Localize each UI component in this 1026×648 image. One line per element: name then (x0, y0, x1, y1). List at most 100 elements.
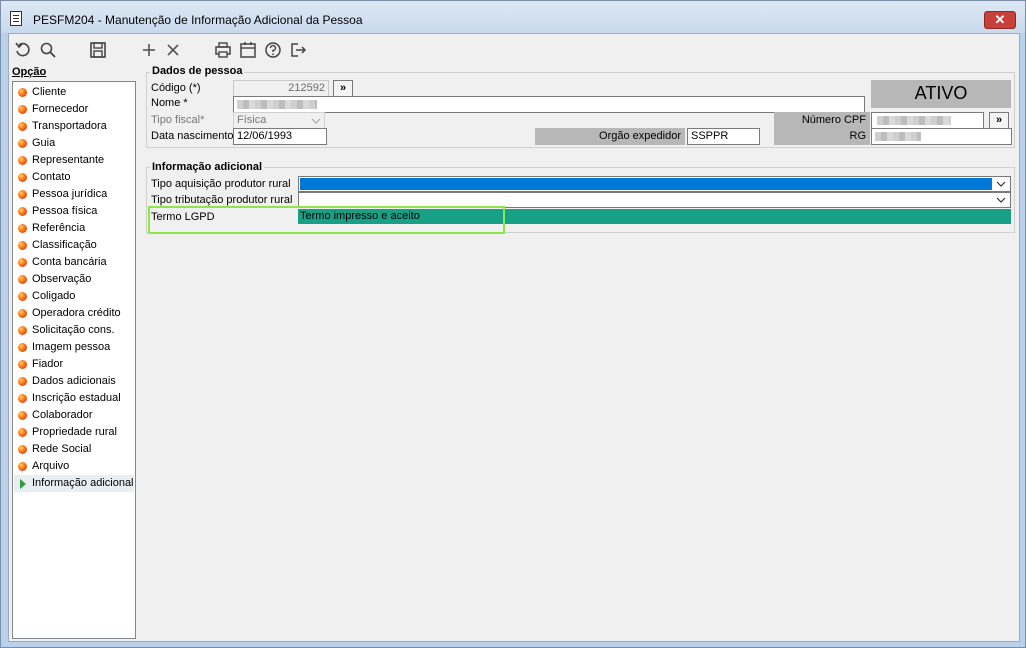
client-area: Opção Cliente Fornecedor Transportadora Gui… (8, 33, 1020, 642)
help-icon[interactable] (264, 41, 282, 59)
nome-label: Nome * (151, 97, 188, 109)
sidebar-item-label: Dados adicionais (32, 375, 116, 387)
info-adicional-title: Informação adicional (150, 161, 265, 173)
bullet-icon (18, 326, 27, 335)
bullet-icon (18, 360, 27, 369)
bullet-icon (18, 343, 27, 352)
bullet-icon (18, 377, 27, 386)
sidebar-item-label: Colaborador (32, 409, 93, 421)
add-icon[interactable] (140, 41, 158, 59)
sidebar-item-label: Informação adicional (32, 477, 134, 489)
sidebar-item[interactable]: Guia (14, 135, 134, 152)
sidebar-item[interactable]: Coligado (14, 288, 134, 305)
sidebar-item[interactable]: Informação adicional (14, 475, 134, 492)
aquisicao-label: Tipo aquisição produtor rural (151, 178, 291, 190)
sidebar-item-label: Coligado (32, 290, 76, 302)
save-icon[interactable] (89, 41, 107, 59)
aquisicao-selected-fill (300, 178, 992, 190)
exit-icon[interactable] (289, 41, 307, 59)
cpf-redacted (877, 116, 951, 125)
orgao-expedidor-field[interactable]: SSPPR (687, 128, 760, 145)
sidebar-item-label: Inscrição estadual (32, 392, 121, 404)
sidebar-item[interactable]: Fiador (14, 356, 134, 373)
cpf-search-button[interactable]: » (989, 112, 1009, 129)
bullet-icon (18, 207, 27, 216)
nome-redacted (237, 100, 317, 109)
codigo-search-button[interactable]: » (333, 80, 353, 97)
sidebar-item[interactable]: Transportadora (14, 118, 134, 135)
data-nascimento-field[interactable]: 12/06/1993 (233, 128, 327, 145)
bullet-icon (18, 224, 27, 233)
sidebar-item[interactable]: Contato (14, 169, 134, 186)
sidebar-item-label: Propriedade rural (32, 426, 117, 438)
sidebar-item[interactable]: Pessoa física (14, 203, 134, 220)
search-icon[interactable] (39, 41, 57, 59)
option-list: Cliente Fornecedor Transportadora Guia Repre… (12, 81, 136, 639)
bullet-icon (18, 88, 27, 97)
sidebar-item[interactable]: Referência (14, 220, 134, 237)
arrow-right-icon (20, 479, 26, 489)
sidebar-item[interactable]: Solicitação cons. (14, 322, 134, 339)
sidebar-item[interactable]: Pessoa jurídica (14, 186, 134, 203)
bullet-icon (18, 139, 27, 148)
sidebar-item[interactable]: Colaborador (14, 407, 134, 424)
rg-redacted (875, 132, 921, 141)
sidebar-item-label: Classificação (32, 239, 97, 251)
dados-pessoa-title: Dados de pessoa (150, 65, 245, 77)
sidebar-item[interactable]: Conta bancária (14, 254, 134, 271)
sidebar-item[interactable]: Classificação (14, 237, 134, 254)
print-icon[interactable] (214, 41, 232, 59)
sidebar-item-label: Fornecedor (32, 103, 89, 115)
codigo-field[interactable]: 212592 (233, 80, 329, 97)
chevron-down-icon (996, 181, 1006, 187)
close-button[interactable]: ✕ (984, 11, 1016, 29)
window-title: PESFM204 - Manutenção de Informação Adic… (33, 13, 363, 27)
sidebar-item-label: Cliente (32, 86, 67, 98)
bullet-icon (18, 173, 27, 182)
sidebar-item-label: Fiador (32, 358, 64, 370)
nome-field[interactable] (233, 96, 865, 113)
cancel-icon[interactable] (164, 41, 182, 59)
tipo-fiscal-label: Tipo fiscal* (151, 114, 205, 126)
sidebar-item-label: Arquivo (32, 460, 70, 472)
bullet-icon (18, 428, 27, 437)
bullet-icon (18, 309, 27, 318)
status-badge: ATIVO (871, 80, 1011, 108)
undo-icon[interactable] (14, 41, 32, 59)
calendar-icon[interactable] (239, 41, 257, 59)
bullet-icon (18, 394, 27, 403)
title-bar[interactable]: PESFM204 - Manutenção de Informação Adic… (1, 1, 1025, 33)
sidebar-item-label: Referência (32, 222, 86, 234)
sidebar-item-label: Guia (32, 137, 56, 149)
sidebar-item[interactable]: Dados adicionais (14, 373, 134, 390)
sidebar-item-label: Imagem pessoa (32, 341, 111, 353)
bullet-icon (18, 445, 27, 454)
sidebar-item[interactable]: Propriedade rural (14, 424, 134, 441)
sidebar-item[interactable]: Imagem pessoa (14, 339, 134, 356)
highlight-box (148, 206, 505, 234)
sidebar-item-label: Conta bancária (32, 256, 107, 268)
sidebar-item-label: Rede Social (32, 443, 92, 455)
sidebar-item[interactable]: Observação (14, 271, 134, 288)
sidebar-item[interactable]: Rede Social (14, 441, 134, 458)
tributacao-label: Tipo tributação produtor rural (151, 194, 293, 206)
data-nascimento-label: Data nascimento (151, 130, 234, 142)
sidebar-item-label: Observação (32, 273, 92, 285)
toolbar (9, 34, 1019, 64)
sidebar-item[interactable]: Cliente (14, 84, 134, 101)
sidebar-item-label: Representante (32, 154, 105, 166)
sidebar-item[interactable]: Fornecedor (14, 101, 134, 118)
sidebar-item-label: Pessoa jurídica (32, 188, 108, 200)
sidebar-item[interactable]: Inscrição estadual (14, 390, 134, 407)
bullet-icon (18, 241, 27, 250)
sidebar-item[interactable]: Representante (14, 152, 134, 169)
sidebar-item[interactable]: Operadora crédito (14, 305, 134, 322)
bullet-icon (18, 411, 27, 420)
cpf-label: Número CPF (774, 112, 870, 128)
bullet-icon (18, 156, 27, 165)
sidebar-item-label: Pessoa física (32, 205, 98, 217)
aquisicao-select[interactable] (298, 176, 1011, 192)
bullet-icon (18, 190, 27, 199)
sidebar-item[interactable]: Arquivo (14, 458, 134, 475)
sidebar-title: Opção (12, 66, 47, 78)
